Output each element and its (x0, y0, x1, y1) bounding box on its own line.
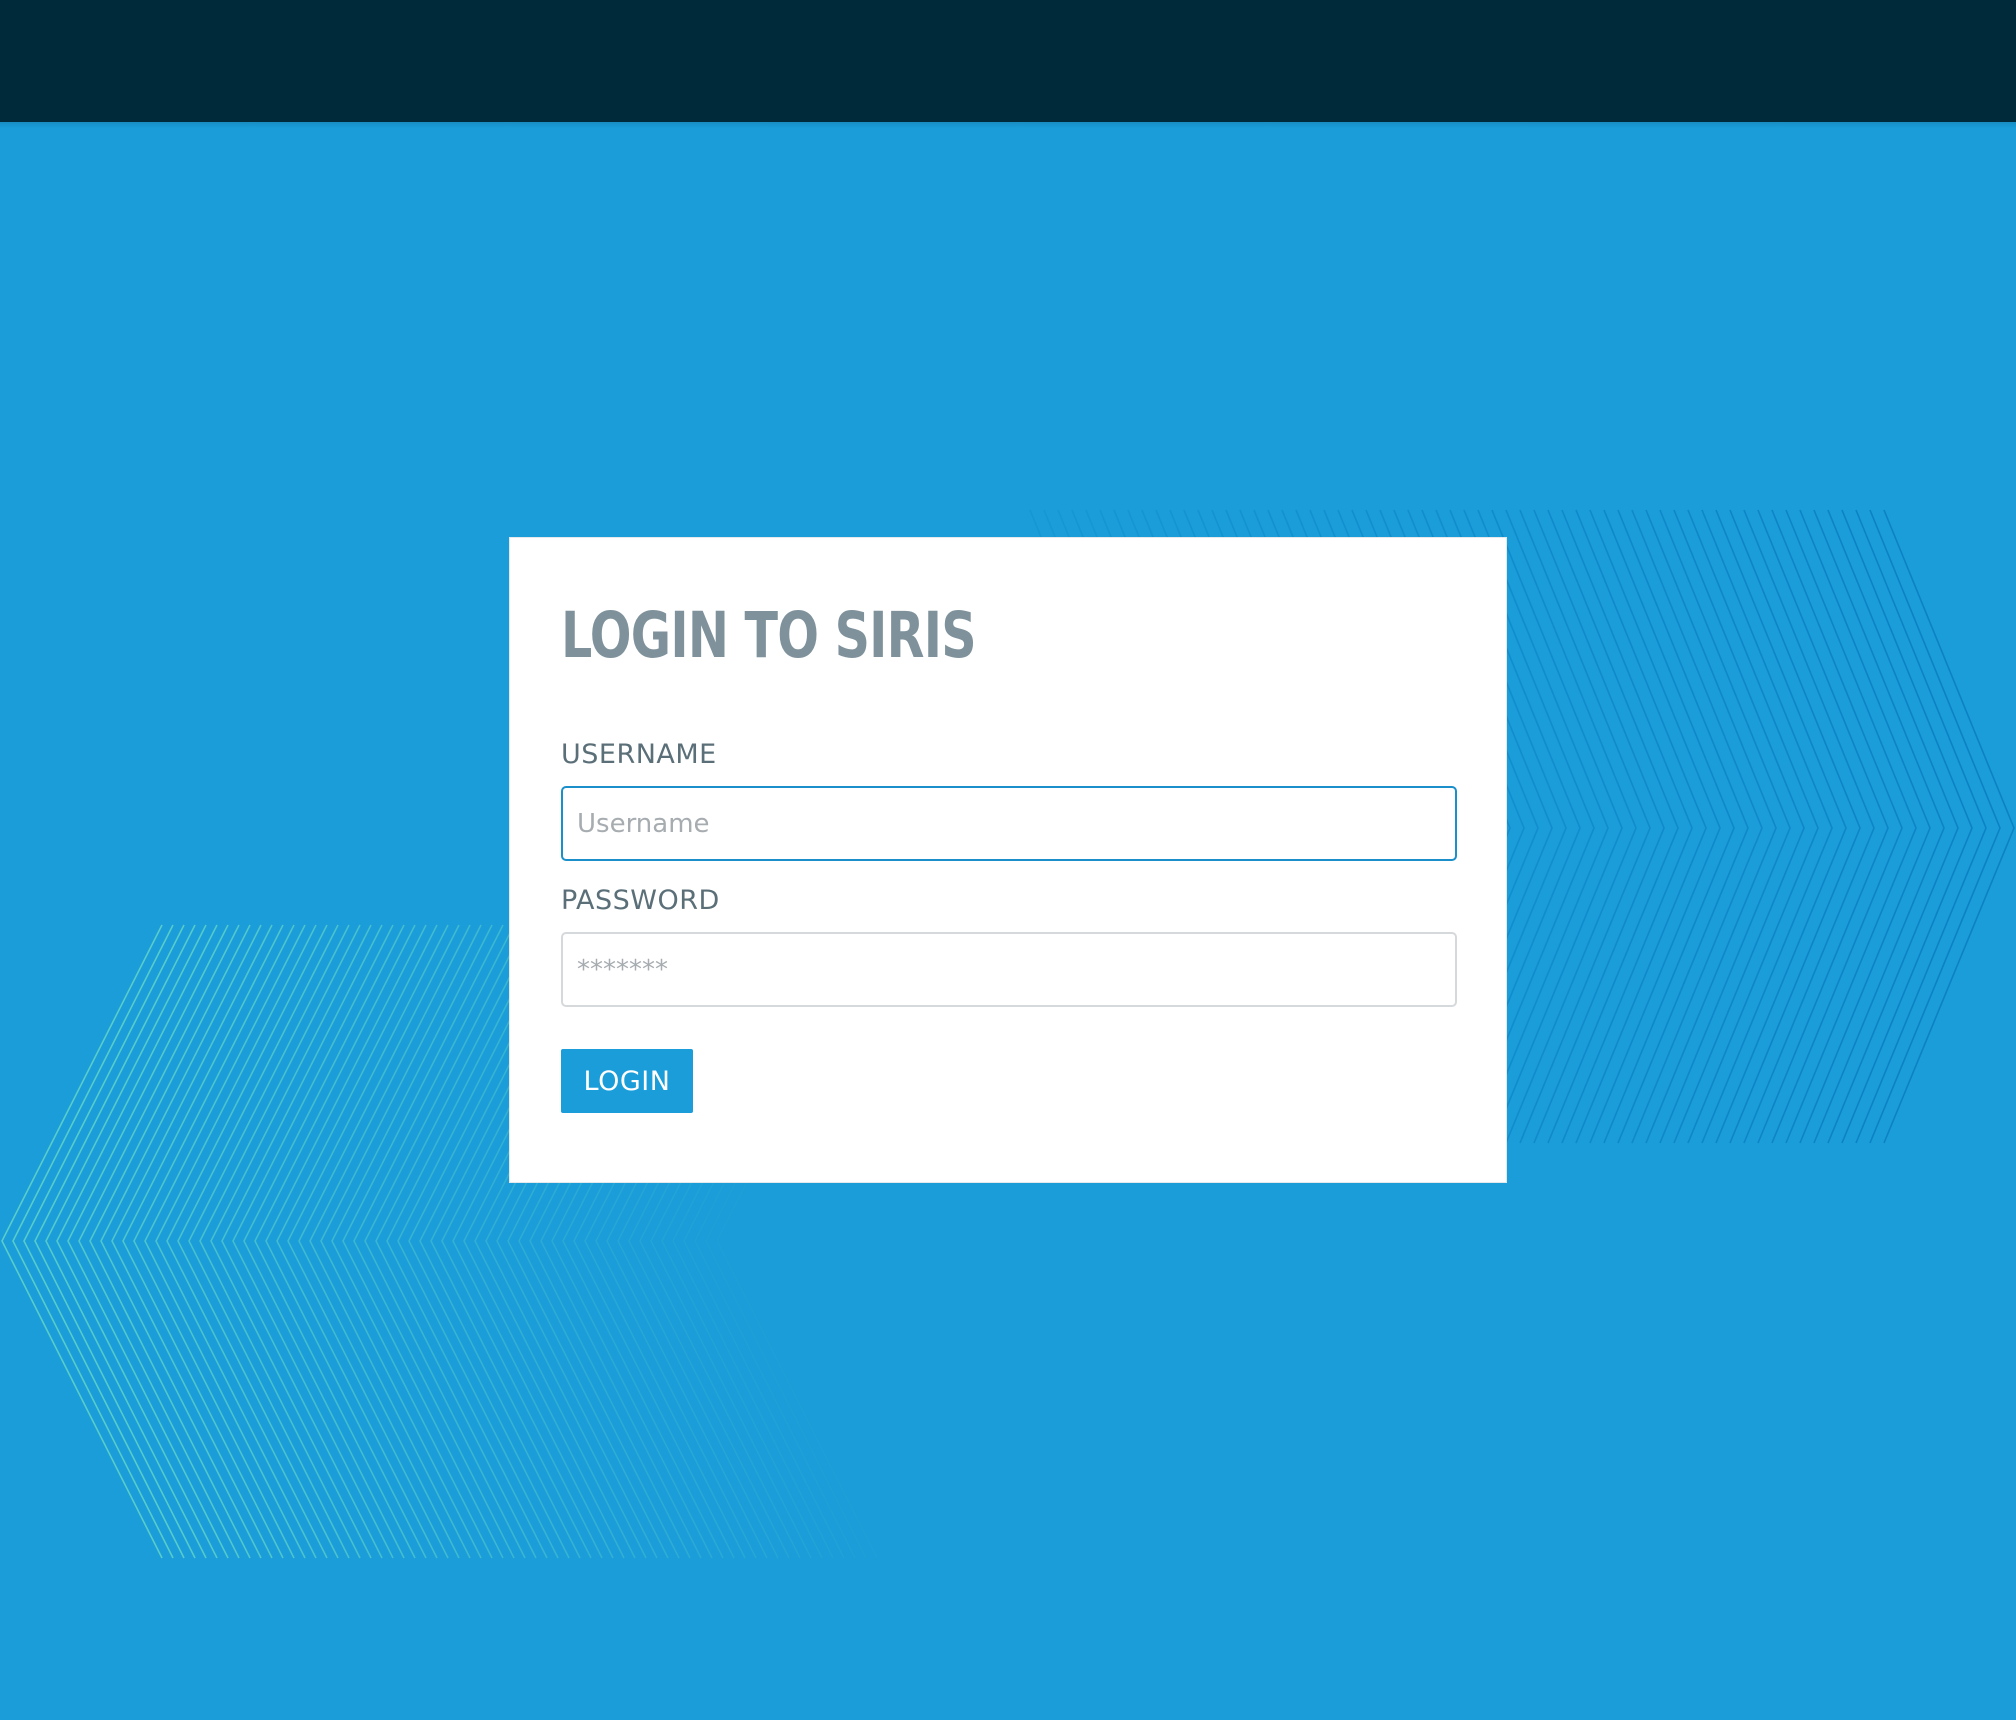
chevron-line (34, 924, 196, 1559)
chevron-line (78, 924, 240, 1559)
chevron-line (1883, 509, 2015, 1144)
chevron-line (1785, 509, 1917, 1144)
chevron-line (1561, 509, 1693, 1144)
chevron-line (1869, 509, 2001, 1144)
chevron-line (1757, 509, 1889, 1144)
chevron-line (56, 924, 218, 1559)
chevron-line (1603, 509, 1735, 1144)
chevron-line (1729, 509, 1861, 1144)
chevron-line (1827, 509, 1959, 1144)
chevron-line (1771, 509, 1903, 1144)
chevron-line (67, 924, 229, 1559)
chevron-line (1617, 509, 1749, 1144)
chevron-line (1855, 509, 1987, 1144)
login-button[interactable]: LOGIN (561, 1049, 693, 1113)
chevron-line (23, 924, 185, 1559)
chevron-line (1687, 509, 1819, 1144)
chevron-line (1799, 509, 1931, 1144)
chevron-line (12, 924, 174, 1559)
chevron-line (1575, 509, 1707, 1144)
chevron-line (1813, 509, 1945, 1144)
chevron-line (1715, 509, 1847, 1144)
chevron-line (1491, 509, 1623, 1144)
chevron-line (1645, 509, 1777, 1144)
chevron-line (1547, 509, 1679, 1144)
password-input[interactable] (561, 932, 1457, 1007)
chevron-line (1, 924, 163, 1559)
chevron-line (1505, 509, 1637, 1144)
password-label: PASSWORD (561, 885, 720, 916)
chevron-line (1701, 509, 1833, 1144)
chevron-line (1533, 509, 1665, 1144)
chevron-line (1841, 509, 1973, 1144)
page-title: LOGIN TO SIRIS (561, 599, 977, 672)
chevron-line (1673, 509, 1805, 1144)
username-input[interactable] (561, 786, 1457, 861)
login-card: LOGIN TO SIRIS USERNAME PASSWORD LOGIN (509, 537, 1507, 1183)
username-label: USERNAME (561, 739, 717, 770)
chevron-line (1631, 509, 1763, 1144)
chevron-line (1519, 509, 1651, 1144)
chevron-line (1589, 509, 1721, 1144)
chevron-line (1743, 509, 1875, 1144)
chevron-line (1659, 509, 1791, 1144)
chevron-line (45, 924, 207, 1559)
